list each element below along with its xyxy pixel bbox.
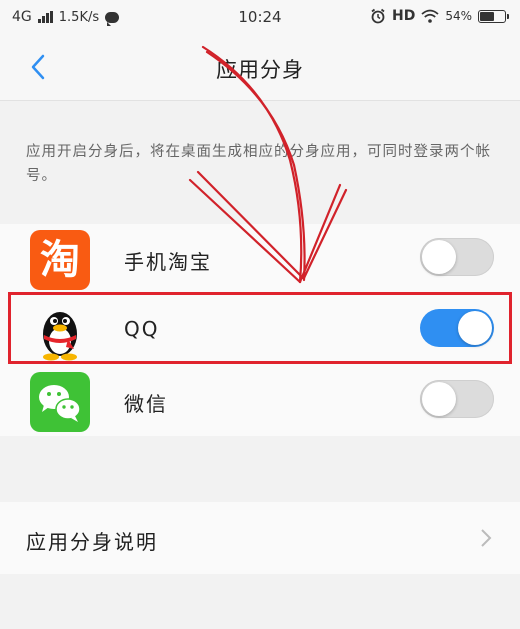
page-title: 应用分身 [216, 58, 304, 82]
alarm-icon [371, 8, 385, 24]
toggle-knob [422, 382, 456, 416]
explanation-label: 应用分身说明 [26, 530, 158, 554]
hd-indicator: HD [391, 8, 416, 24]
app-name: 微信 [124, 392, 168, 416]
app-row-qq: QQ [0, 295, 520, 365]
status-bar: 4G 1.5K/s 10:24 HD 54% [0, 0, 520, 34]
battery-icon [478, 9, 509, 23]
app-clone-list: 淘 手机淘宝 QQ 微信 [0, 224, 520, 436]
wifi-icon [421, 9, 439, 23]
taobao-icon: 淘 [30, 230, 90, 290]
qq-penguin-icon [30, 301, 90, 361]
toggle-knob [422, 240, 456, 274]
app-clone-explanation-row[interactable]: 应用分身说明 [0, 502, 520, 574]
description-text: 应用开启分身后，将在桌面生成相应的分身应用，可同时登录两个帐号。 [26, 144, 491, 184]
navigation-bar: 应用分身 [0, 34, 520, 101]
app-name: 手机淘宝 [124, 250, 212, 274]
status-right: HD 54% [370, 8, 509, 24]
app-name: QQ [124, 317, 160, 341]
battery-percent: 54% [445, 9, 472, 23]
app-row-wechat: 微信 [0, 366, 520, 436]
wechat-clone-toggle[interactable] [420, 380, 494, 418]
toggle-knob [458, 311, 492, 345]
app-row-taobao: 淘 手机淘宝 [0, 224, 520, 294]
chevron-right-icon [481, 529, 492, 547]
taobao-clone-toggle[interactable] [420, 238, 494, 276]
qq-clone-toggle[interactable] [420, 309, 494, 347]
wechat-icon [30, 372, 90, 432]
